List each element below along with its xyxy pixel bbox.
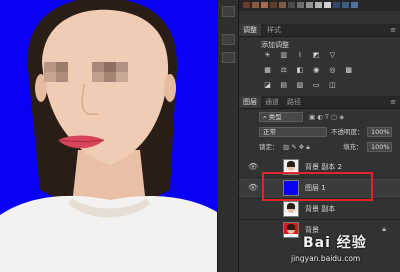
- watermark-logo: Bai 经验: [303, 235, 367, 251]
- channel-mixer-icon[interactable]: ◎: [328, 66, 337, 74]
- fill-label: 填充：: [343, 143, 363, 151]
- layers-menu-icon[interactable]: ≡: [390, 98, 396, 106]
- filter-icons[interactable]: ▣ ◐ T ▢ ◈: [309, 112, 344, 122]
- layer-name: 背景 副本: [305, 205, 336, 213]
- tab-styles[interactable]: 样式: [263, 24, 285, 36]
- visibility-eye-icon[interactable]: 👁︎: [248, 184, 258, 192]
- tab-paths[interactable]: 路径: [283, 96, 305, 108]
- swatches-strip: [239, 0, 400, 11]
- watermark: Bai 经验 jingyan.baidu.com: [285, 228, 397, 270]
- annotation-highlight-box: [262, 172, 373, 201]
- lock-icons[interactable]: ▨ ✎ ✥ 🔒︎: [283, 142, 310, 152]
- visibility-toggle-empty[interactable]: [248, 205, 258, 213]
- layers-tabbar: 图层 通道 路径 ≡: [239, 96, 400, 109]
- layer-thumbnail: [283, 201, 299, 217]
- visibility-eye-icon[interactable]: 👁︎: [248, 163, 258, 171]
- layer-row-background-copy[interactable]: 背景 副本: [239, 199, 400, 220]
- adjustments-row-1: ☀ ▥ ⌇ ◩ ▽: [263, 51, 342, 63]
- threshold-icon[interactable]: ▧: [295, 81, 304, 89]
- adjustments-row-2: ▦ ⚖ ◧ ◉ ◎ ▩: [263, 66, 358, 78]
- brightness-icon[interactable]: ☀: [263, 51, 272, 59]
- layer-name: 背景 副本 2: [305, 163, 342, 171]
- lock-label: 锁定：: [259, 143, 279, 151]
- photo-filter-icon[interactable]: ◉: [312, 66, 321, 74]
- gradient-map-icon[interactable]: ▭: [312, 81, 321, 89]
- posterize-icon[interactable]: ▤: [279, 81, 288, 89]
- adjustments-title: 添加调整: [261, 41, 289, 49]
- curves-icon[interactable]: ⌇: [295, 51, 304, 59]
- color-lookup-icon[interactable]: ▩: [344, 66, 353, 74]
- watermark-url: jingyan.baidu.com: [291, 254, 361, 263]
- blend-mode-select[interactable]: 正常: [259, 127, 327, 137]
- color-balance-icon[interactable]: ⚖: [279, 66, 288, 74]
- exposure-icon[interactable]: ◩: [312, 51, 321, 59]
- adjustments-icon[interactable]: [222, 34, 235, 45]
- tab-adjustments[interactable]: 调整: [239, 24, 261, 36]
- invert-icon[interactable]: ◪: [263, 81, 272, 89]
- black-white-icon[interactable]: ◧: [295, 66, 304, 74]
- layer-filter-select[interactable]: ⌕ 类型: [259, 112, 303, 122]
- document-canvas[interactable]: [0, 0, 217, 272]
- panel-icon-strip: [217, 0, 239, 272]
- selective-color-icon[interactable]: ◫: [328, 81, 337, 89]
- tab-layers[interactable]: 图层: [239, 96, 261, 108]
- vibrance-icon[interactable]: ▽: [328, 51, 337, 59]
- portrait-photo: [0, 0, 217, 272]
- adjustments-tabbar: 调整 样式 ≡: [239, 24, 400, 37]
- visibility-toggle-empty[interactable]: [248, 226, 258, 234]
- levels-icon[interactable]: ▥: [279, 51, 288, 59]
- filter-kind-value: 类型: [268, 113, 282, 121]
- hue-saturation-icon[interactable]: ▦: [263, 66, 272, 74]
- opacity-label: 不透明度：: [331, 128, 364, 136]
- panel-menu-icon[interactable]: ≡: [390, 26, 396, 34]
- history-icon[interactable]: [222, 6, 235, 17]
- adjustments-row-3: ◪ ▤ ▧ ▭ ◫: [263, 81, 342, 93]
- fill-input[interactable]: 100%: [367, 142, 392, 152]
- tab-channels[interactable]: 通道: [261, 96, 283, 108]
- opacity-input[interactable]: 100%: [367, 127, 392, 137]
- properties-icon[interactable]: [222, 52, 235, 63]
